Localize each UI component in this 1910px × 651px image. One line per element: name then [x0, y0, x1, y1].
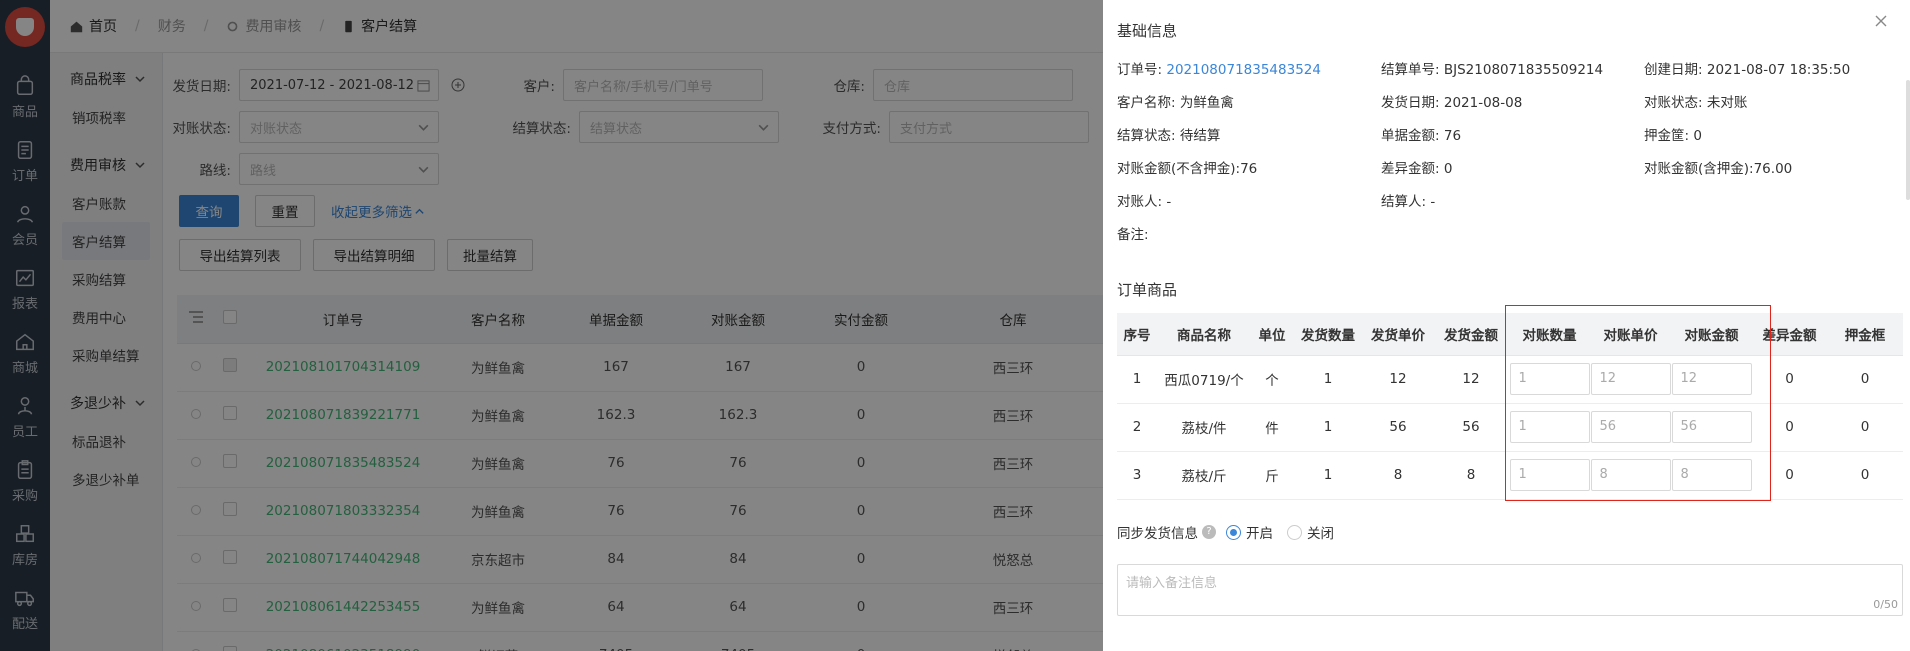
order-no-link[interactable]: 202108071835483524 [1166, 62, 1321, 78]
app-root: 商品 订单 会员 报表 商城 员工 采购 库房 配送 首页 / 财务 / 费用审… [0, 0, 1910, 651]
info-order-no: 订单号: 202108071835483524 [1117, 58, 1321, 78]
info-value: 76 [1240, 161, 1258, 177]
info-diff: 差异金额: 0 [1381, 157, 1452, 177]
goods-ship-price: 12 [1363, 355, 1433, 404]
goods-ship-price: 56 [1363, 403, 1433, 452]
info-label: 备注: [1117, 227, 1149, 243]
highlight-annotation-box [1505, 305, 1771, 501]
info-label: 押金筐: [1644, 128, 1690, 144]
sync-on-radio[interactable] [1226, 524, 1241, 540]
info-label: 对账金额(含押金): [1644, 161, 1754, 177]
goods-name: 荔枝/件 [1157, 403, 1251, 452]
goods-ship-price: 8 [1363, 451, 1433, 500]
modal-overlay[interactable] [0, 0, 1103, 651]
column-header: 单位 [1251, 313, 1293, 356]
info-label: 对账状态: [1644, 95, 1703, 111]
info-value: 76.00 [1753, 161, 1793, 177]
info-value: 未对账 [1706, 95, 1748, 111]
info-label: 订单号: [1117, 62, 1163, 78]
column-header: 发货数量 [1293, 313, 1363, 356]
sync-off-label[interactable]: 关闭 [1307, 522, 1334, 542]
info-created: 创建日期: 2021-08-07 18:35:50 [1644, 58, 1850, 78]
goods-name: 荔枝/斤 [1157, 451, 1251, 500]
info-label: 客户名称: [1117, 95, 1176, 111]
info-settle-status: 结算状态: 待结算 [1117, 124, 1220, 144]
info-settler: 结算人: - [1381, 190, 1435, 210]
goods-unit: 个 [1251, 355, 1293, 404]
column-header: 商品名称 [1157, 313, 1251, 356]
goods-name: 西瓜0719/个 [1157, 355, 1251, 404]
goods-no: 1 [1117, 355, 1157, 404]
goods-no: 3 [1117, 451, 1157, 500]
goods-section-title: 订单商品 [1117, 281, 1178, 299]
sync-shipping-option: 同步发货信息 ? 开启 关闭 [1117, 522, 1334, 542]
info-deposit-basket: 押金筐: 0 [1644, 124, 1702, 144]
info-note: 备注: [1117, 223, 1149, 243]
column-header: 发货金额 [1433, 313, 1509, 356]
info-customer: 客户名称: 为鲜鱼禽 [1117, 91, 1234, 111]
info-value: - [1166, 194, 1172, 210]
column-header: 押金框 [1827, 313, 1903, 356]
remark-textarea[interactable]: 请输入备注信息 0/50 [1117, 564, 1903, 616]
info-value: 0 [1443, 161, 1453, 177]
remark-placeholder: 请输入备注信息 [1126, 576, 1218, 591]
info-value: 76 [1443, 128, 1462, 144]
info-label: 结算单号: [1381, 62, 1440, 78]
info-value: 2021-08-08 [1443, 95, 1523, 111]
info-value: 0 [1693, 128, 1702, 144]
goods-ship-amount: 8 [1433, 451, 1509, 500]
info-value: 2021-08-07 18:35:50 [1706, 62, 1851, 78]
info-label: 对账人: [1117, 194, 1163, 210]
info-label: 发货日期: [1381, 95, 1440, 111]
goods-deposit: 0 [1827, 403, 1903, 452]
goods-ship-amount: 56 [1433, 403, 1509, 452]
goods-ship-qty: 1 [1293, 451, 1363, 500]
column-header: 序号 [1117, 313, 1157, 356]
info-label: 差异金额: [1381, 161, 1440, 177]
goods-ship-qty: 1 [1293, 403, 1363, 452]
info-value: 为鲜鱼禽 [1179, 95, 1234, 111]
drawer-scrollbar[interactable] [1906, 80, 1910, 200]
info-value: - [1430, 194, 1436, 210]
goods-deposit: 0 [1827, 451, 1903, 500]
sync-label: 同步发货信息 [1117, 526, 1198, 542]
goods-ship-amount: 12 [1433, 355, 1509, 404]
sync-on-label[interactable]: 开启 [1246, 522, 1273, 542]
goods-unit: 件 [1251, 403, 1293, 452]
goods-no: 2 [1117, 403, 1157, 452]
info-label: 结算状态: [1117, 128, 1176, 144]
goods-unit: 斤 [1251, 451, 1293, 500]
info-value: 待结算 [1179, 128, 1221, 144]
help-icon[interactable]: ? [1202, 525, 1216, 539]
info-label: 创建日期: [1644, 62, 1703, 78]
column-header: 发货单价 [1363, 313, 1433, 356]
info-label: 结算人: [1381, 194, 1427, 210]
info-label: 对账金额(不含押金): [1117, 161, 1241, 177]
info-recon-ex-deposit: 对账金额(不含押金):76 [1117, 157, 1257, 177]
info-ship-date: 发货日期: 2021-08-08 [1381, 91, 1522, 111]
drawer-section-title: 基础信息 [1117, 22, 1178, 40]
sync-off-radio[interactable] [1287, 524, 1302, 540]
goods-deposit: 0 [1827, 355, 1903, 404]
info-value: BJS2108071835509214 [1443, 62, 1604, 78]
close-icon[interactable] [1874, 14, 1888, 28]
info-recon-inc-deposit: 对账金额(含押金):76.00 [1644, 157, 1792, 177]
info-label: 单据金额: [1381, 128, 1440, 144]
goods-ship-qty: 1 [1293, 355, 1363, 404]
info-reconciler: 对账人: - [1117, 190, 1171, 210]
info-recon-status: 对账状态: 未对账 [1644, 91, 1747, 111]
remark-char-count: 0/50 [1873, 598, 1898, 611]
info-settle-no: 结算单号: BJS2108071835509214 [1381, 58, 1603, 78]
info-doc-amount: 单据金额: 76 [1381, 124, 1461, 144]
